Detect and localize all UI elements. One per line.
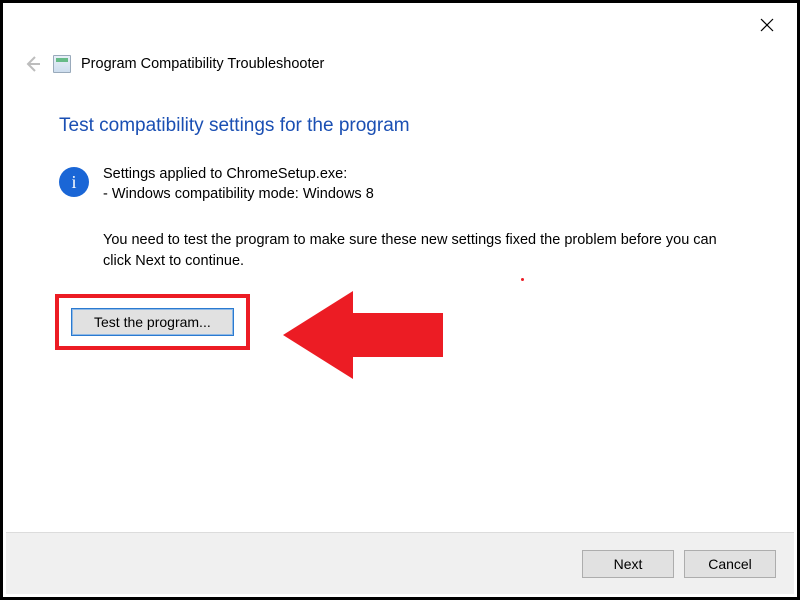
- content-area: Test compatibility settings for the prog…: [3, 75, 797, 350]
- settings-applied-line2: - Windows compatibility mode: Windows 8: [103, 185, 374, 205]
- back-arrow-icon: [23, 55, 41, 73]
- test-program-button[interactable]: Test the program...: [71, 308, 234, 336]
- info-icon: i: [59, 167, 89, 197]
- troubleshooter-app-icon: [53, 55, 71, 73]
- header-row: Program Compatibility Troubleshooter: [3, 53, 797, 75]
- cancel-button[interactable]: Cancel: [684, 550, 776, 578]
- close-icon: [760, 18, 774, 32]
- settings-applied-text: Settings applied to ChromeSetup.exe: - W…: [103, 165, 374, 204]
- close-button[interactable]: [753, 11, 781, 39]
- dialog-footer: Next Cancel: [6, 532, 794, 594]
- annotation-highlight-box: Test the program...: [55, 294, 250, 350]
- settings-applied-line1: Settings applied to ChromeSetup.exe:: [103, 165, 374, 185]
- back-button[interactable]: [21, 53, 43, 75]
- titlebar: [3, 3, 797, 45]
- hint-text: You need to test the program to make sur…: [103, 230, 741, 272]
- annotation-dot: [521, 278, 524, 281]
- info-block: i Settings applied to ChromeSetup.exe: -…: [59, 165, 741, 204]
- instruction-heading: Test compatibility settings for the prog…: [59, 115, 741, 137]
- next-button[interactable]: Next: [582, 550, 674, 578]
- window-title: Program Compatibility Troubleshooter: [81, 56, 324, 72]
